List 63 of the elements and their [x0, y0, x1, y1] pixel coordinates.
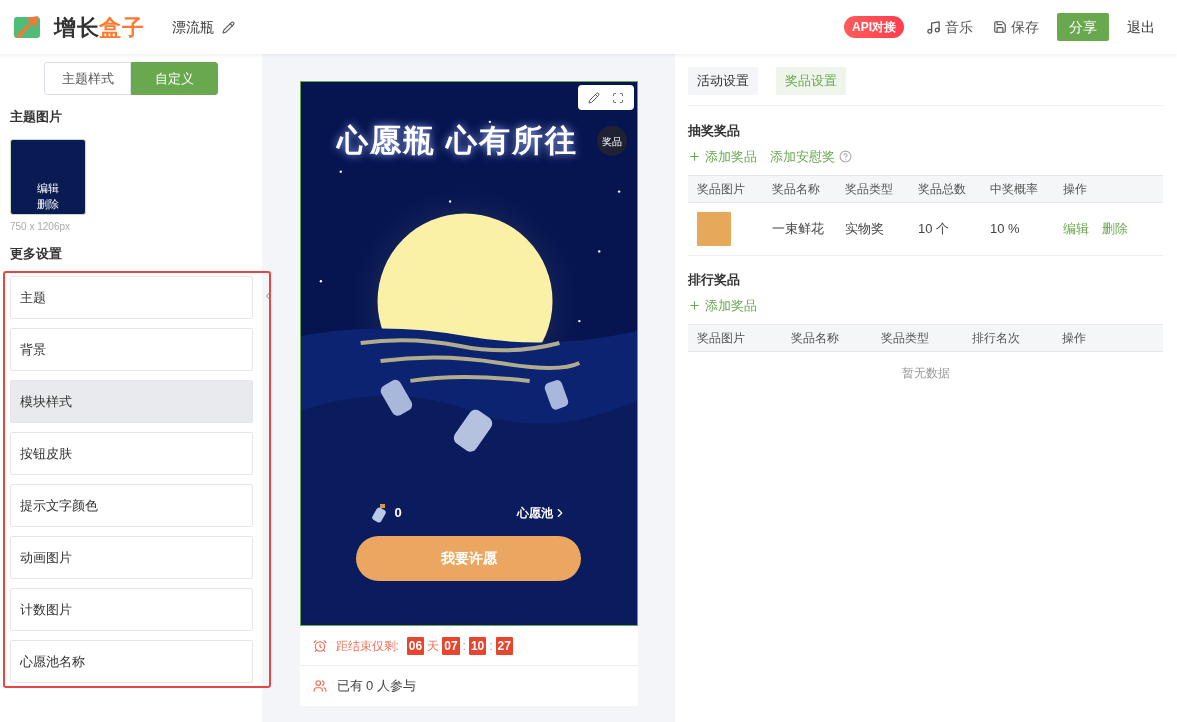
- section-title: 更多设置: [9, 244, 63, 263]
- image-size-caption: 750 x 1206px: [9, 219, 72, 234]
- countdown-label: 距结束仅剩:: [335, 637, 399, 655]
- column-header: 奖品图片: [697, 330, 746, 347]
- settings-tab[interactable]: 活动设置: [688, 67, 758, 95]
- column-header: 奖品名称: [772, 181, 821, 198]
- column-header: 排行名次: [972, 330, 1021, 347]
- time-separator: :: [489, 637, 493, 655]
- section-title: 排行奖品: [688, 271, 741, 289]
- edit-icon[interactable]: [587, 91, 600, 104]
- section-title: 主题图片: [9, 108, 63, 126]
- table-cell-text: 实物奖: [845, 220, 885, 239]
- column-header: 操作: [1062, 330, 1087, 347]
- project-title: 漂流瓶: [172, 17, 215, 37]
- alarm-clock-icon: [312, 638, 327, 653]
- poster-title: 心愿瓶 心有所往: [336, 122, 579, 160]
- plus-icon: [688, 149, 701, 163]
- save-button[interactable]: 保存: [993, 16, 1039, 38]
- column-header: 奖品类型: [881, 330, 930, 347]
- thumbnail-action-link[interactable]: 删除: [37, 195, 59, 212]
- table-cell-text: 一束鲜花: [772, 220, 825, 239]
- fullscreen-icon[interactable]: [611, 91, 624, 104]
- countdown-days: 06: [406, 636, 425, 655]
- people-icon: [312, 679, 327, 693]
- settings-item[interactable]: 背景: [10, 328, 253, 371]
- settings-item[interactable]: 动画图片: [10, 536, 253, 579]
- countdown-seconds: 27: [495, 636, 513, 655]
- column-header: 中奖概率: [990, 181, 1039, 198]
- settings-item[interactable]: 模块样式: [10, 380, 253, 423]
- style-tab[interactable]: 主题样式: [44, 62, 131, 95]
- music-note-icon: [926, 19, 941, 35]
- column-header: 操作: [1063, 181, 1088, 198]
- settings-item[interactable]: 按钮皮肤: [10, 432, 253, 475]
- wish-pool-link[interactable]: 心愿池: [516, 504, 567, 522]
- bottle-count: 0: [394, 504, 402, 523]
- participants-text: 已有 0 人参与: [336, 677, 416, 696]
- column-header: 奖品类型: [845, 181, 894, 198]
- theme-thumbnail[interactable]: 编辑 删除: [10, 138, 86, 215]
- thumbnail-action-link[interactable]: 编辑: [37, 179, 59, 196]
- day-unit: 天: [427, 637, 440, 655]
- settings-item[interactable]: 主题: [10, 276, 253, 319]
- settings-item[interactable]: 提示文字颜色: [10, 484, 253, 527]
- table-cell-text: 10 个: [918, 220, 951, 239]
- growth-arrow-logo-icon: [14, 14, 40, 40]
- section-title: 抽奖奖品: [688, 122, 741, 140]
- column-header: 奖品总数: [918, 181, 967, 198]
- countdown-hours: 07: [442, 636, 460, 655]
- edit-icon[interactable]: [222, 20, 236, 34]
- time-separator: :: [462, 637, 466, 655]
- bottle-icon: [370, 503, 387, 523]
- column-header: 奖品名称: [791, 330, 840, 347]
- settings-item[interactable]: 心愿池名称: [10, 640, 253, 683]
- save-icon: [993, 20, 1007, 34]
- column-header: 奖品图片: [697, 181, 746, 198]
- empty-state-text: 暂无数据: [901, 365, 950, 382]
- flower-bouquet-photo: [697, 212, 731, 246]
- countdown-minutes: 10: [468, 636, 487, 655]
- logo-text: 增长盒子: [54, 13, 145, 42]
- music-button[interactable]: 音乐: [926, 16, 973, 38]
- exit-button[interactable]: 退出: [1127, 16, 1155, 38]
- settings-item[interactable]: 计数图片: [10, 588, 253, 631]
- table-cell-text: 10 %: [990, 220, 1021, 239]
- plus-icon: [688, 298, 701, 312]
